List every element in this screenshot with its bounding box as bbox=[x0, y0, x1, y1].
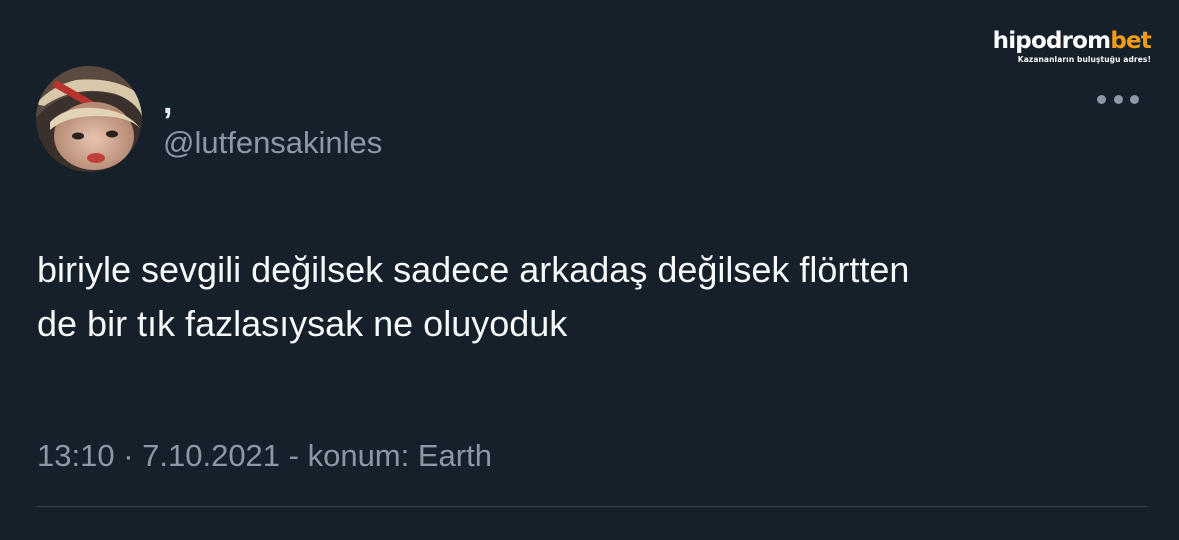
more-options-icon[interactable] bbox=[1097, 92, 1139, 106]
brand-slogan: Kazananların buluştuğu adres! bbox=[1017, 55, 1151, 64]
more-dot bbox=[1113, 94, 1123, 104]
brand-logo-accent: bet bbox=[1110, 28, 1151, 54]
divider bbox=[37, 506, 1147, 507]
brand-logo: hipodrombet bbox=[992, 28, 1152, 54]
tweet-text-line: de bir tık fazlasıysak ne oluyoduk bbox=[37, 303, 568, 344]
tweet-text: biriyle sevgili değilsek sadece arkadaş … bbox=[37, 243, 1147, 351]
brand-watermark: hipodrombet Kazananların buluştuğu adres… bbox=[992, 28, 1152, 64]
avatar[interactable] bbox=[36, 66, 142, 172]
tweet-timestamp-location[interactable]: 13:10 · 7.10.2021 - konum: Earth bbox=[37, 437, 492, 475]
username-handle[interactable]: @lutfensakinles bbox=[163, 124, 382, 162]
tweet-text-line: biriyle sevgili değilsek sadece arkadaş … bbox=[37, 249, 910, 290]
display-name[interactable]: , bbox=[163, 82, 172, 122]
brand-logo-main: hipodrom bbox=[992, 28, 1112, 54]
more-dot bbox=[1097, 94, 1106, 104]
more-dot bbox=[1130, 94, 1139, 104]
avatar-image bbox=[36, 66, 142, 172]
